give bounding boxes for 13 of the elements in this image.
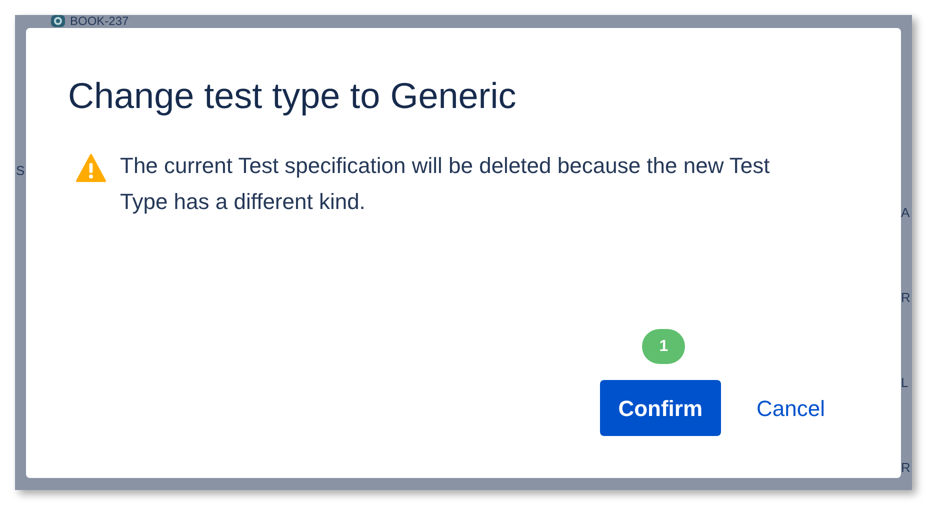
field-label: L: [901, 375, 908, 391]
issue-key[interactable]: BOOK-237: [70, 15, 129, 28]
field-label: A: [901, 205, 910, 221]
warning-icon: [76, 154, 106, 182]
field-label: S: [16, 163, 25, 179]
cancel-button[interactable]: Cancel: [740, 380, 841, 436]
dialog-title: Change test type to Generic: [68, 74, 518, 118]
step-badge: 1: [642, 329, 686, 364]
project-icon: [51, 15, 65, 27]
confirm-button[interactable]: Confirm: [600, 380, 721, 436]
warning-message: The current Test specification will be deleted because the new Test Type has a different kind.: [120, 152, 771, 216]
field-label: R: [901, 460, 910, 476]
field-label: R: [901, 290, 910, 306]
